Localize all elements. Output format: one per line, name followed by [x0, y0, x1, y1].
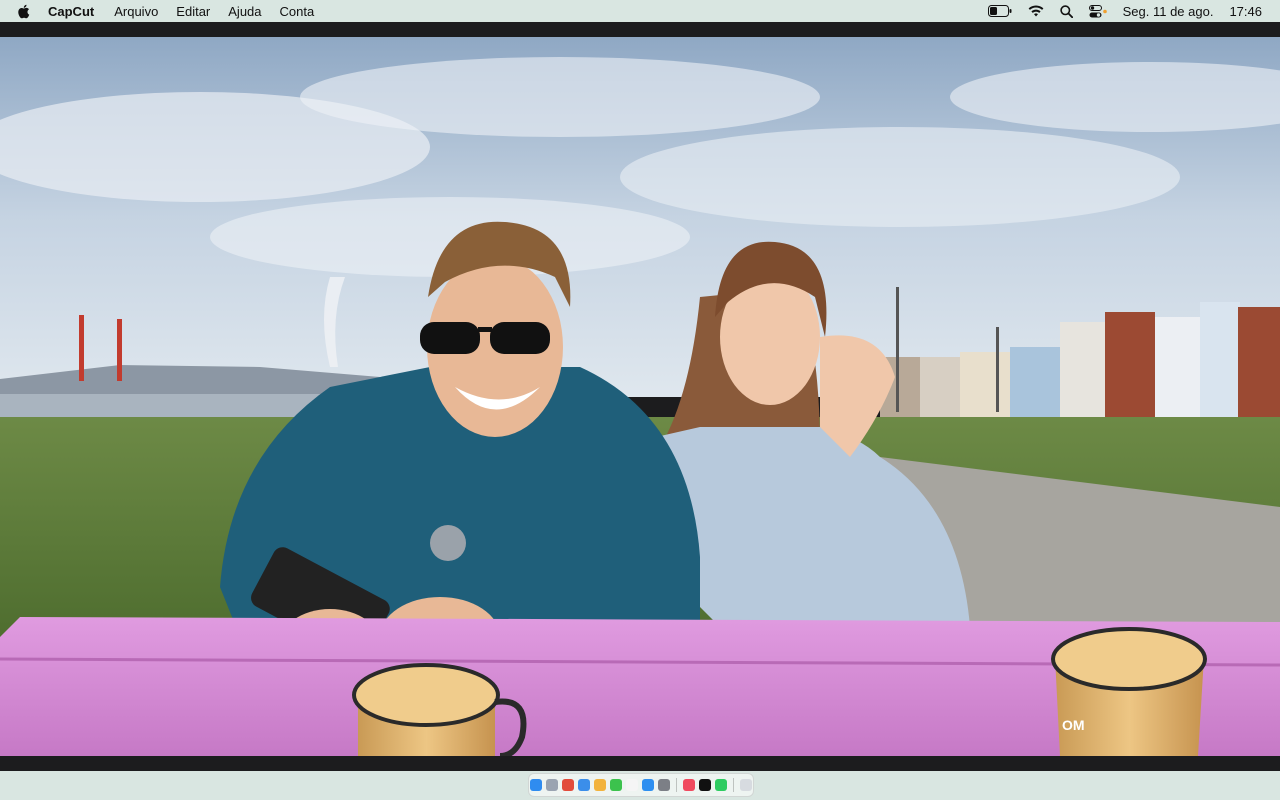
video-preview-frame: OM: [0, 22, 1280, 771]
app-store-icon[interactable]: [642, 779, 654, 791]
menu-bar: CapCut Arquivo Editar Ajuda Conta Seg. 1…: [0, 0, 1280, 22]
whatsapp-icon[interactable]: [715, 779, 727, 791]
menu-app-name[interactable]: CapCut: [48, 4, 94, 19]
chrome-icon[interactable]: [562, 779, 574, 791]
menu-conta[interactable]: Conta: [280, 4, 315, 19]
calendar-icon[interactable]: [626, 779, 638, 791]
control-center-icon[interactable]: [1088, 4, 1107, 18]
battery-icon[interactable]: [987, 5, 1012, 17]
capcut-icon[interactable]: [699, 779, 711, 791]
safari-icon[interactable]: [578, 779, 590, 791]
facetime-icon[interactable]: [610, 779, 622, 791]
mug-logo: OM: [1062, 717, 1085, 733]
dock-separator: [676, 778, 677, 792]
trash-icon[interactable]: [740, 779, 752, 791]
dock-area: [0, 771, 1280, 800]
music-icon[interactable]: [683, 779, 695, 791]
menu-editar[interactable]: Editar: [176, 4, 210, 19]
launchpad-icon[interactable]: [546, 779, 558, 791]
dock-separator: [733, 778, 734, 792]
dock: [528, 773, 754, 797]
right-mug: OM: [1051, 627, 1207, 756]
wifi-icon[interactable]: [1028, 5, 1044, 17]
chrome-alt-icon[interactable]: [594, 779, 606, 791]
menubar-time[interactable]: 17:46: [1229, 4, 1262, 19]
video-preview-scene[interactable]: OM: [0, 37, 1280, 778]
finder-icon[interactable]: [530, 779, 542, 791]
search-icon[interactable]: [1059, 4, 1073, 18]
menu-ajuda[interactable]: Ajuda: [228, 4, 261, 19]
settings-icon[interactable]: [658, 779, 670, 791]
apple-logo-icon[interactable]: [17, 3, 31, 19]
menubar-date[interactable]: Seg. 11 de ago.: [1123, 4, 1214, 19]
menu-arquivo[interactable]: Arquivo: [114, 4, 158, 19]
